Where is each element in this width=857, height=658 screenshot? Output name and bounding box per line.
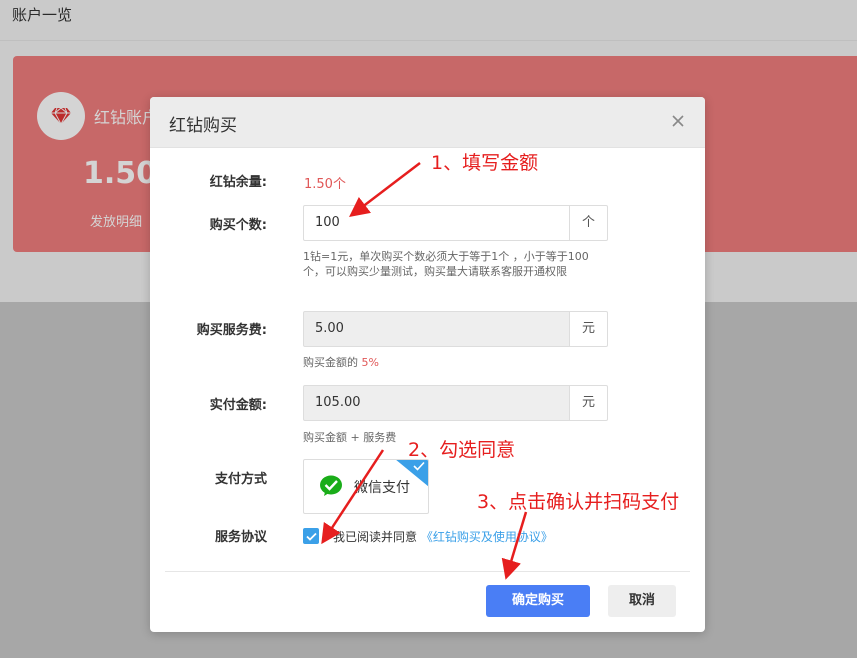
annotation-arrows bbox=[321, 162, 528, 580]
annotation-step1: 1、填写金额 bbox=[431, 152, 539, 174]
annotation-step2: 2、勾选同意 bbox=[408, 439, 516, 461]
arrow-step2 bbox=[321, 449, 385, 545]
arrow-step1 bbox=[349, 162, 421, 218]
annotation-step3: 3、点击确认并扫码支付 bbox=[477, 491, 680, 513]
arrow-step3 bbox=[501, 511, 528, 580]
